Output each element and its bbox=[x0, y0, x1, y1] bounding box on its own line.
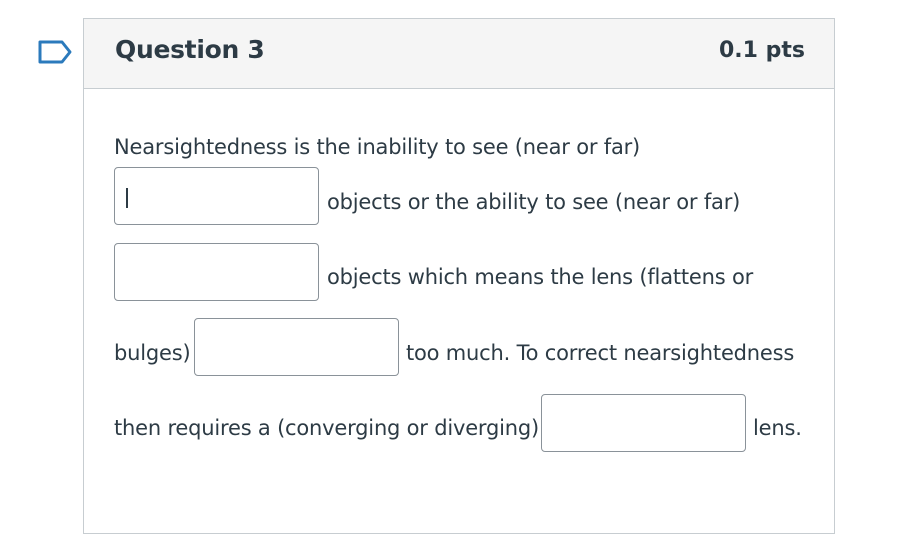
question-title: Question 3 bbox=[115, 35, 265, 64]
question-text-after-blank3: too much. To correct nearsightedness bbox=[406, 341, 795, 365]
blank-input-1[interactable] bbox=[114, 167, 319, 225]
question-text-line1: Nearsightedness is the inability to see … bbox=[114, 135, 641, 159]
blank-input-3[interactable] bbox=[194, 318, 399, 376]
blank-input-4[interactable] bbox=[541, 394, 746, 452]
question-header: Question 3 0.1 pts bbox=[84, 19, 834, 89]
text-cursor bbox=[126, 188, 128, 208]
blank-input-2[interactable] bbox=[114, 243, 319, 301]
question-text-after-blank1: objects or the ability to see (near or f… bbox=[327, 190, 741, 214]
question-text-after-blank2: objects which means the lens (flattens o… bbox=[327, 265, 754, 289]
question-points: 0.1 pts bbox=[719, 38, 805, 63]
question-text-before-blank4: then requires a (converging or diverging… bbox=[114, 416, 539, 440]
question-text-before-blank3: bulges) bbox=[114, 341, 191, 365]
bookmark-flag-icon[interactable] bbox=[38, 40, 72, 64]
question-text-after-blank4: lens. bbox=[753, 416, 802, 440]
